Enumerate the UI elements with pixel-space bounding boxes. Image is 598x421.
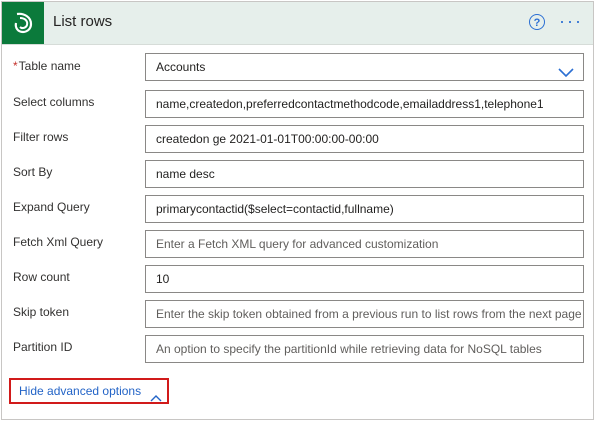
skip-token-input[interactable]: Enter the skip token obtained from a pre… [145,300,584,328]
chevron-up-icon[interactable] [150,387,162,409]
chevron-down-icon[interactable] [558,61,574,80]
select-columns-label: Select columns [13,95,95,109]
fetch-xml-query-label: Fetch Xml Query [13,235,104,249]
filter-rows-label: Filter rows [13,130,69,144]
card-header[interactable]: List rows ? ··· [2,2,593,45]
expand-query-input[interactable]: primarycontactid($select=contactid,fulln… [145,195,584,223]
table-name-label: *Table name [13,59,81,73]
hide-advanced-options-button[interactable]: Hide advanced options [9,378,169,404]
sort-by-input[interactable]: name desc [145,160,584,188]
help-icon[interactable]: ? [529,14,545,30]
more-options-icon[interactable]: ··· [559,12,583,30]
table-name-dropdown[interactable]: Accounts [145,53,584,81]
partition-id-label: Partition ID [13,340,73,354]
expand-query-label: Expand Query [13,200,90,214]
row-count-label: Row count [13,270,70,284]
row-count-input[interactable]: 10 [145,265,584,293]
sort-by-label: Sort By [13,165,53,179]
required-marker: * [13,59,18,73]
select-columns-input[interactable]: name,createdon,preferredcontactmethodcod… [145,90,584,118]
partition-id-input[interactable]: An option to specify the partitionId whi… [145,335,584,363]
fetch-xml-query-input[interactable]: Enter a Fetch XML query for advanced cus… [145,230,584,258]
dataverse-logo-icon [2,2,44,44]
list-rows-card: List rows ? ··· *Table name Accounts Sel… [1,1,594,420]
filter-rows-input[interactable]: createdon ge 2021-01-01T00:00:00-00:00 [145,125,584,153]
skip-token-label: Skip token [13,305,70,319]
card-title: List rows [53,13,113,30]
